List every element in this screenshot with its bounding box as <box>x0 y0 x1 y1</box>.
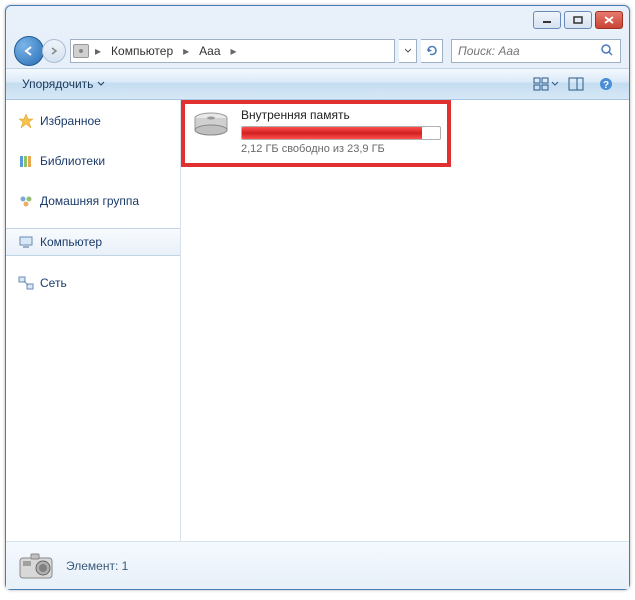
forward-button[interactable] <box>42 39 66 63</box>
capacity-bar-fill <box>242 127 422 139</box>
sidebar-item-label: Компьютер <box>40 235 102 249</box>
homegroup-icon <box>18 193 34 209</box>
svg-text:?: ? <box>603 80 609 91</box>
back-button[interactable] <box>14 36 44 66</box>
statusbar: Элемент: 1 <box>6 541 629 589</box>
nav-buttons <box>14 36 66 66</box>
chevron-right-icon[interactable]: ▸ <box>181 44 191 58</box>
sidebar-item-label: Библиотеки <box>40 154 105 168</box>
minimize-button[interactable] <box>533 11 561 29</box>
titlebar <box>6 6 629 34</box>
search-icon <box>600 43 614 60</box>
view-button[interactable] <box>533 73 559 95</box>
breadcrumb-folder[interactable]: Aaa <box>195 44 224 58</box>
sidebar-item-homegroup[interactable]: Домашняя группа <box>6 188 180 214</box>
navigation-pane: Избранное Библиотеки Домашняя группа Ком… <box>6 100 181 541</box>
maximize-button[interactable] <box>564 11 592 29</box>
content-pane[interactable]: Внутренняя память 2,12 ГБ свободно из 23… <box>181 100 629 541</box>
toolbar: Упорядочить ? <box>6 68 629 100</box>
sidebar-item-label: Избранное <box>40 114 101 128</box>
address-bar[interactable]: ▸ Компьютер ▸ Aaa ▸ <box>70 39 395 63</box>
device-icon <box>73 44 89 58</box>
refresh-button[interactable] <box>421 39 443 63</box>
preview-pane-button[interactable] <box>563 73 589 95</box>
sidebar-item-favorites[interactable]: Избранное <box>6 108 180 134</box>
drive-info: Внутренняя память 2,12 ГБ свободно из 23… <box>241 108 441 155</box>
search-input[interactable] <box>458 44 600 58</box>
libraries-icon <box>18 153 34 169</box>
sidebar-item-libraries[interactable]: Библиотеки <box>6 148 180 174</box>
drive-stat: 2,12 ГБ свободно из 23,9 ГБ <box>241 143 441 155</box>
network-icon <box>18 275 34 291</box>
breadcrumb-computer[interactable]: Компьютер <box>107 44 177 58</box>
sidebar-item-network[interactable]: Сеть <box>6 270 180 296</box>
organize-label: Упорядочить <box>22 77 93 91</box>
explorer-window: ▸ Компьютер ▸ Aaa ▸ Упорядочить ? Избран… <box>5 5 630 590</box>
camera-icon <box>16 548 56 584</box>
chevron-down-icon <box>97 81 105 87</box>
highlight-box: Внутренняя память 2,12 ГБ свободно из 23… <box>181 100 451 167</box>
capacity-bar <box>241 126 441 140</box>
drive-name: Внутренняя память <box>241 108 441 122</box>
address-dropdown[interactable] <box>399 39 417 63</box>
navigation-row: ▸ Компьютер ▸ Aaa ▸ <box>6 34 629 68</box>
drive-icon <box>191 108 231 140</box>
body: Избранное Библиотеки Домашняя группа Ком… <box>6 100 629 541</box>
drive-item[interactable]: Внутренняя память 2,12 ГБ свободно из 23… <box>191 108 441 155</box>
search-box[interactable] <box>451 39 621 63</box>
chevron-right-icon[interactable]: ▸ <box>229 44 239 58</box>
organize-button[interactable]: Упорядочить <box>14 74 113 94</box>
computer-icon <box>18 234 34 250</box>
star-icon <box>18 113 34 129</box>
sidebar-item-label: Домашняя группа <box>40 194 139 208</box>
status-text: Элемент: 1 <box>66 559 128 573</box>
help-button[interactable]: ? <box>593 73 619 95</box>
sidebar-item-computer[interactable]: Компьютер <box>6 228 180 256</box>
chevron-right-icon[interactable]: ▸ <box>93 44 103 58</box>
close-button[interactable] <box>595 11 623 29</box>
sidebar-item-label: Сеть <box>40 276 67 290</box>
